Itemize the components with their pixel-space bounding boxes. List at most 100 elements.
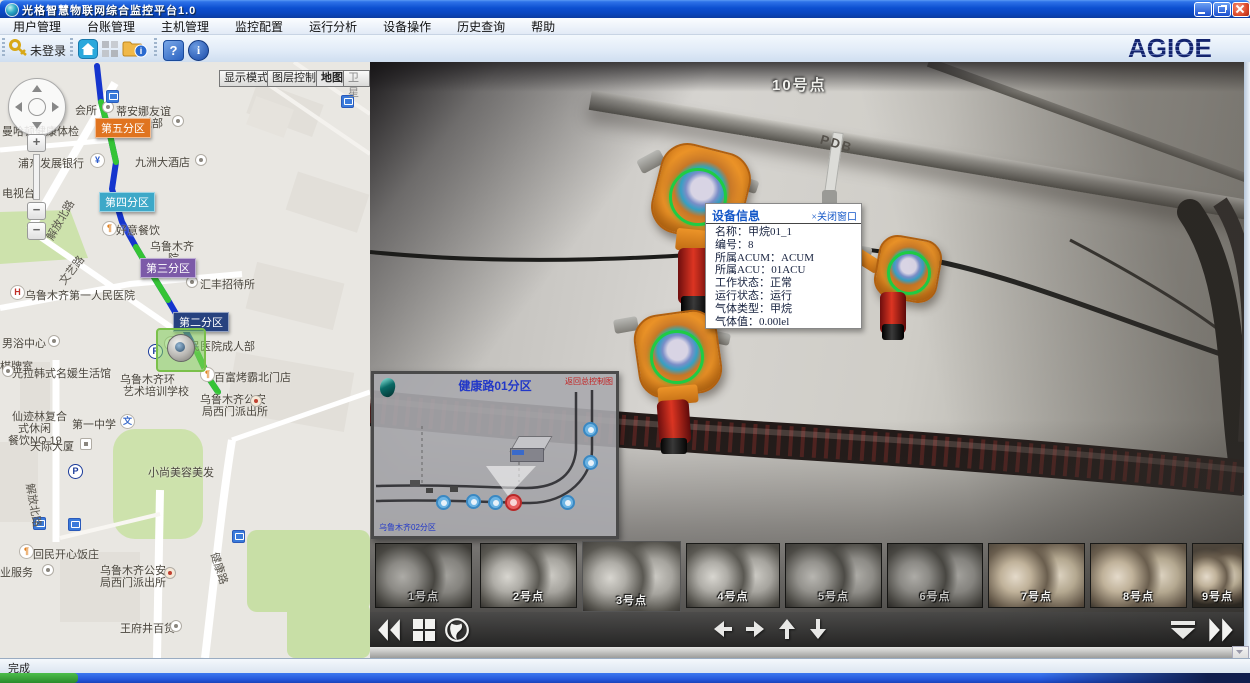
poi-dot-icon [195, 154, 207, 166]
panorama-view[interactable]: 10号点 PDB 设备信息 ×关闭窗口 名称甲烷01_1 编号8 所属ACUMA… [370, 62, 1244, 658]
poi-label: 第一中学 [72, 416, 116, 432]
globe-icon[interactable] [444, 617, 470, 643]
zone-schematic-inset[interactable]: 健康路01分区 返回总控制图 乌鲁木齐02分区 [371, 371, 619, 539]
grid-icon-disabled[interactable] [100, 39, 120, 59]
app-icon [5, 3, 19, 17]
thumbnail-point-6[interactable]: 6号点 [887, 543, 983, 608]
layer-control-button[interactable]: 图层控制 [267, 70, 321, 87]
thumbnail-point-2[interactable]: 2号点 [480, 543, 577, 608]
schematic-device-dot[interactable] [488, 495, 503, 510]
popup-row: 名称甲烷01_1 [706, 226, 861, 239]
popup-header: 设备信息 ×关闭窗口 [706, 204, 861, 224]
schematic-device-dot[interactable] [583, 455, 598, 470]
poi-label: 浦东发展银行 [18, 155, 84, 171]
popup-row: 所属ACU01ACU [706, 264, 861, 277]
window-right-border [1244, 62, 1250, 658]
previous-group-icon[interactable] [376, 617, 402, 643]
home-icon[interactable] [78, 39, 98, 59]
poi-label: 回民开心饭庄 [33, 546, 99, 562]
thumbnail-point-3-selected[interactable]: 3号点 [582, 541, 681, 612]
next-group-icon[interactable] [1206, 616, 1236, 644]
schematic-device-dot[interactable] [583, 422, 598, 437]
restore-button[interactable] [1213, 2, 1231, 17]
transit-icon [68, 518, 81, 531]
pan-up-arrow-icon[interactable] [779, 619, 795, 639]
info-icon[interactable]: i [188, 40, 209, 61]
camera-marker[interactable] [156, 328, 206, 372]
thumbnail-point-1[interactable]: 1号点 [375, 543, 472, 608]
toolbar-grip [2, 38, 5, 58]
menu-device-operation[interactable]: 设备操作 [370, 18, 444, 35]
inset-corner-label: 乌鲁木齐02分区 [379, 522, 436, 533]
restaurant-icon: ¶ [19, 544, 34, 559]
agioe-logo: AGIOE [1128, 35, 1246, 61]
help-icon[interactable]: ? [163, 40, 184, 61]
schematic-active-dot[interactable] [505, 494, 522, 511]
start-button-sliver[interactable] [0, 673, 78, 683]
zoom-slider[interactable] [33, 154, 40, 200]
poi-label: 男浴中心 [2, 335, 46, 351]
thumbnail-point-7[interactable]: 7号点 [988, 543, 1085, 608]
poi-dot-icon [172, 115, 184, 127]
poi-label: 天际大厦 [30, 438, 74, 454]
taskbar-tray-shade [1040, 673, 1250, 683]
partition-marker-3[interactable]: 第三分区 [140, 258, 196, 278]
close-button[interactable] [1232, 2, 1250, 17]
menu-history-query[interactable]: 历史查询 [444, 18, 518, 35]
camera-lens [175, 342, 185, 352]
map-canvas[interactable]: 会所 曼哈顿健康体检 H 蒂安娜友谊 俱乐部 浦东发展银行 ¥ 电视台 九洲大酒… [0, 62, 370, 658]
menu-run-analysis[interactable]: 运行分析 [296, 18, 370, 35]
schematic-device-dot[interactable] [466, 494, 481, 509]
pan-center[interactable] [28, 98, 46, 116]
toolbar-grip [70, 38, 73, 58]
pan-left-arrow-icon[interactable] [714, 621, 732, 637]
thumbnail-point-9[interactable]: 9号点 [1192, 543, 1243, 608]
title-bar: 光格智慧物联网综合监控平台1.0 [0, 0, 1250, 18]
toolbar-grip [154, 38, 157, 58]
window-title: 光格智慧物联网综合监控平台1.0 [22, 2, 196, 18]
popup-row: 所属ACUMACUM [706, 252, 861, 265]
satellite-type-button[interactable]: 卫星 [343, 70, 370, 87]
zoom-out-button[interactable]: − [27, 202, 46, 220]
pan-down-icon[interactable] [32, 122, 42, 129]
pan-down-arrow-icon[interactable] [810, 619, 826, 639]
key-icon[interactable] [9, 38, 29, 58]
pan-left-icon[interactable] [15, 102, 22, 112]
collapse-panel-icon[interactable] [1170, 620, 1196, 640]
poi-label: 艺术培训学校 [123, 383, 189, 399]
svg-text:i: i [140, 46, 143, 56]
schematic-device-dot[interactable] [436, 495, 451, 510]
inset-back-link[interactable]: 返回总控制图 [565, 376, 613, 387]
menu-host-management[interactable]: 主机管理 [148, 18, 222, 35]
poi-label: 好意餐饮 [116, 222, 160, 238]
display-mode-button[interactable]: 显示模式 [219, 70, 273, 87]
poi-label: 局西门派出所 [100, 574, 166, 590]
menu-user-management[interactable]: 用户管理 [0, 18, 74, 35]
menu-help[interactable]: 帮助 [518, 18, 568, 35]
thumbnail-point-4[interactable]: 4号点 [686, 543, 780, 608]
poi-label: 光拉韩式名媛生活馆 [12, 365, 111, 381]
pan-up-icon[interactable] [32, 85, 42, 92]
popup-close-link[interactable]: ×关闭窗口 [811, 208, 857, 223]
menu-ledger-management[interactable]: 台账管理 [74, 18, 148, 35]
zoom-in-button[interactable]: + [27, 134, 46, 152]
partition-marker-5[interactable]: 第五分区 [95, 118, 151, 138]
login-status-label[interactable]: 未登录 [30, 42, 66, 59]
thumbnail-point-8[interactable]: 8号点 [1090, 543, 1187, 608]
schematic-device-dot[interactable] [560, 495, 575, 510]
zoom-out-button[interactable]: − [27, 222, 46, 240]
grid-view-icon[interactable] [412, 618, 436, 642]
map-pan-control[interactable] [8, 78, 66, 136]
popup-row: 工作状态正常 [706, 277, 861, 290]
hospital-icon: H [10, 285, 25, 300]
minimize-button[interactable] [1194, 2, 1212, 17]
thumbnail-point-5[interactable]: 5号点 [785, 543, 882, 608]
poi-label: 电视台 [2, 185, 35, 201]
folder-info-icon[interactable]: i [122, 39, 148, 59]
poi-square-icon [80, 438, 92, 450]
pan-right-icon[interactable] [52, 102, 59, 112]
poi-dot-icon [48, 335, 60, 347]
menu-monitor-config[interactable]: 监控配置 [222, 18, 296, 35]
pan-right-arrow-icon[interactable] [746, 621, 764, 637]
partition-marker-4[interactable]: 第四分区 [99, 192, 155, 212]
